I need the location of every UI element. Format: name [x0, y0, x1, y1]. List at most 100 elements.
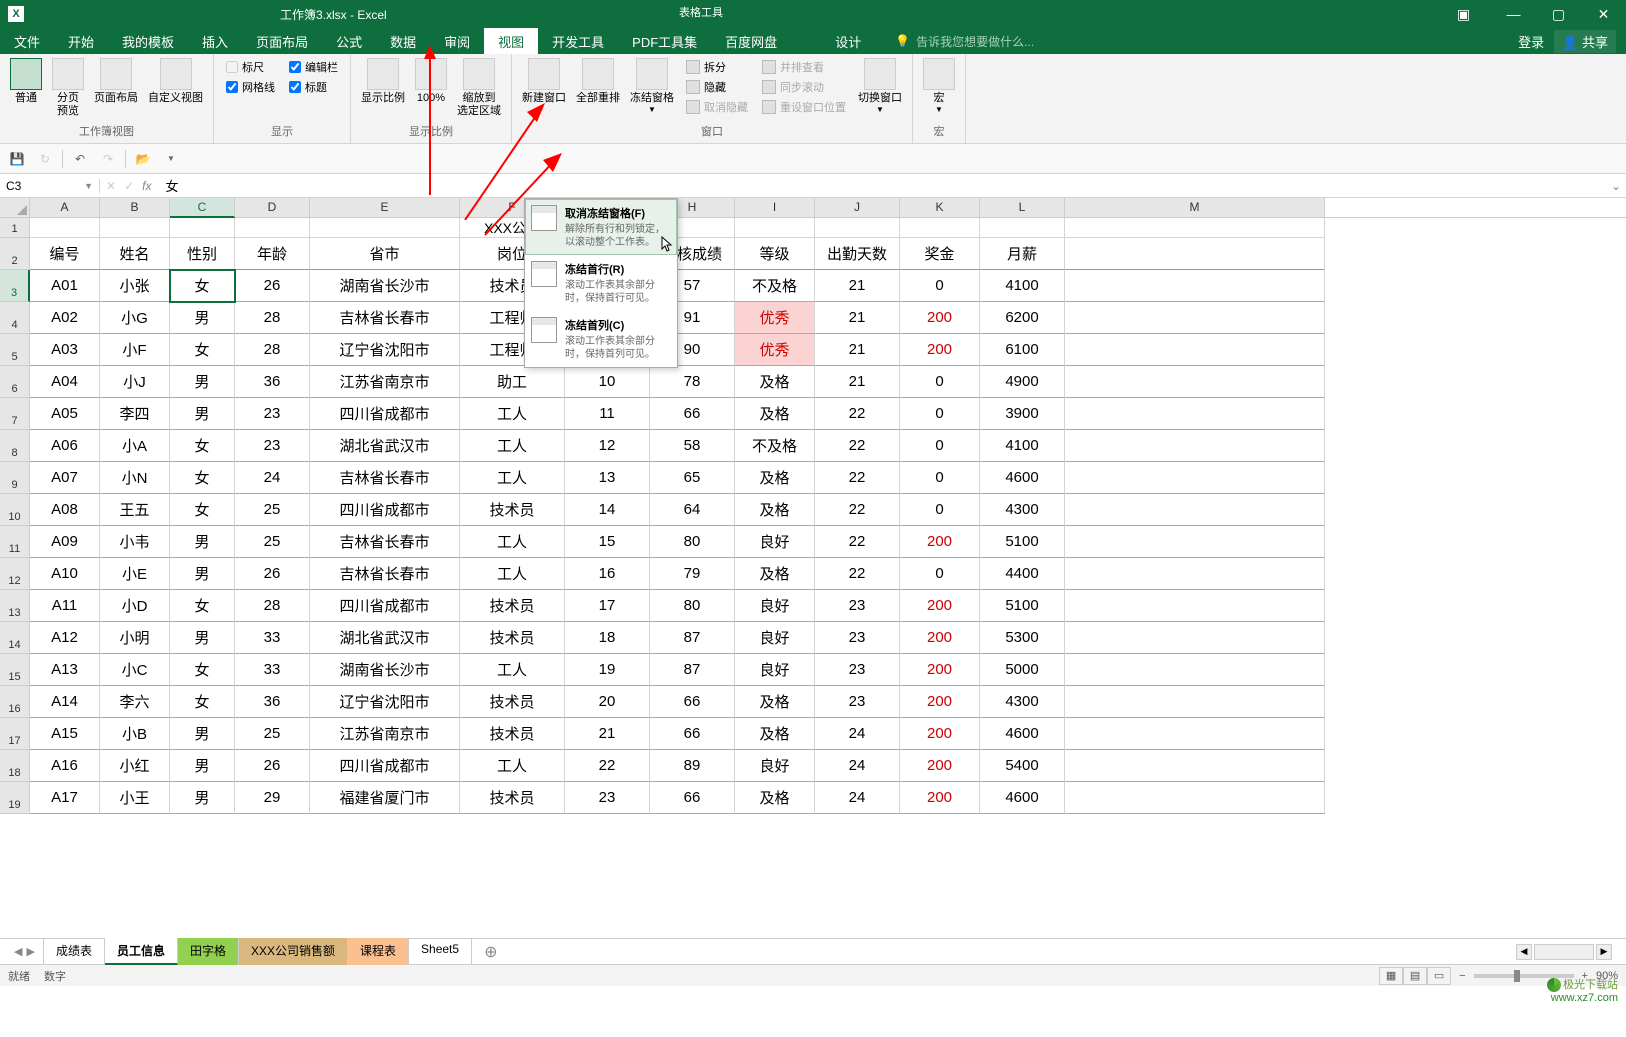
row-header[interactable]: 10	[0, 494, 30, 526]
cell[interactable]: 四川省成都市	[310, 750, 460, 782]
normal-view-button[interactable]: 普通	[6, 56, 46, 107]
ruler-checkbox[interactable]: 标尺	[222, 58, 279, 76]
cell[interactable]: 工人	[460, 462, 565, 494]
cell[interactable]: 24	[815, 782, 900, 814]
cell[interactable]: 小红	[100, 750, 170, 782]
cell[interactable]: 女	[170, 270, 235, 302]
tab-page-layout[interactable]: 页面布局	[242, 28, 322, 54]
cell[interactable]: 技术员	[460, 494, 565, 526]
cell[interactable]: 24	[235, 462, 310, 494]
cell[interactable]	[30, 218, 100, 238]
cell[interactable]: 5300	[980, 622, 1065, 654]
hscroll-track[interactable]	[1534, 944, 1594, 960]
cell[interactable]: 女	[170, 654, 235, 686]
cell[interactable]: 22	[815, 494, 900, 526]
close-button[interactable]: ✕	[1581, 0, 1626, 28]
cell[interactable]: 不及格	[735, 270, 815, 302]
cell[interactable]: 22	[815, 430, 900, 462]
cell[interactable]: 及格	[735, 462, 815, 494]
cell[interactable]	[235, 218, 310, 238]
cell[interactable]: 6100	[980, 334, 1065, 366]
cell[interactable]: 不及格	[735, 430, 815, 462]
new-window-button[interactable]: 新建窗口	[518, 56, 570, 107]
cell[interactable]: 4400	[980, 558, 1065, 590]
cell[interactable]: A06	[30, 430, 100, 462]
zoom-out-button[interactable]: −	[1459, 970, 1465, 982]
page-layout-view-button[interactable]: 页面布局	[90, 56, 142, 107]
col-header-C[interactable]: C	[170, 198, 235, 218]
cell[interactable]: 200	[900, 302, 980, 334]
cell[interactable]	[1065, 218, 1325, 238]
col-header-E[interactable]: E	[310, 198, 460, 217]
cell[interactable]: A09	[30, 526, 100, 558]
row-header[interactable]: 3	[0, 270, 30, 302]
cell[interactable]: A13	[30, 654, 100, 686]
sheet-tab[interactable]: 成绩表	[44, 938, 105, 965]
cell[interactable]: 58	[650, 430, 735, 462]
cell[interactable]: 良好	[735, 654, 815, 686]
cell[interactable]: 22	[815, 462, 900, 494]
cell[interactable]: 及格	[735, 782, 815, 814]
cell[interactable]: 小A	[100, 430, 170, 462]
cell[interactable]: 男	[170, 366, 235, 398]
row-header[interactable]: 1	[0, 218, 30, 238]
qat-undo-button[interactable]: ↶	[69, 148, 91, 170]
cell[interactable]: 22	[565, 750, 650, 782]
sheet-tab[interactable]: 课程表	[348, 938, 409, 965]
cell[interactable]: 优秀	[735, 334, 815, 366]
cell[interactable]: 13	[565, 462, 650, 494]
cell[interactable]: 36	[235, 366, 310, 398]
row-header[interactable]: 8	[0, 430, 30, 462]
row-header[interactable]: 11	[0, 526, 30, 558]
cell[interactable]: 女	[170, 430, 235, 462]
sheet-tab[interactable]: XXX公司销售额	[239, 938, 348, 965]
col-header-J[interactable]: J	[815, 198, 900, 217]
tab-table-design[interactable]: 设计	[821, 28, 875, 54]
tab-my-templates[interactable]: 我的模板	[108, 28, 188, 54]
cell[interactable]: 湖北省武汉市	[310, 622, 460, 654]
qat-customize-dropdown[interactable]: ▼	[160, 148, 182, 170]
cell[interactable]: 四川省成都市	[310, 494, 460, 526]
cell[interactable]: 助工	[460, 366, 565, 398]
insert-function-button[interactable]: fx	[142, 179, 151, 193]
cell[interactable]: 24	[815, 750, 900, 782]
sync-scroll-button[interactable]: 同步滚动	[758, 78, 850, 96]
cell[interactable]: 小J	[100, 366, 170, 398]
cell[interactable]: 5400	[980, 750, 1065, 782]
cell[interactable]: A04	[30, 366, 100, 398]
cell[interactable]: 及格	[735, 398, 815, 430]
tab-pdf-tools[interactable]: PDF工具集	[618, 28, 711, 54]
cell[interactable]: 80	[650, 590, 735, 622]
col-header-L[interactable]: L	[980, 198, 1065, 217]
cell[interactable]: 工人	[460, 750, 565, 782]
cell[interactable]: 小王	[100, 782, 170, 814]
tell-me-search[interactable]: 💡 告诉我您想要做什么...	[895, 28, 1034, 54]
qat-redo-button[interactable]: ↷	[97, 148, 119, 170]
gridlines-checkbox[interactable]: 网格线	[222, 78, 279, 96]
col-header-D[interactable]: D	[235, 198, 310, 217]
cell[interactable]	[1065, 462, 1325, 494]
row-header[interactable]: 5	[0, 334, 30, 366]
cell[interactable]: 等级	[735, 238, 815, 270]
cell[interactable]: 21	[815, 270, 900, 302]
cell[interactable]: 江苏省南京市	[310, 718, 460, 750]
cell[interactable]: 66	[650, 782, 735, 814]
tab-file[interactable]: 文件	[0, 28, 54, 54]
select-all-button[interactable]	[0, 198, 30, 217]
new-sheet-button[interactable]: ⊕	[472, 942, 509, 962]
cell[interactable]: 性别	[170, 238, 235, 270]
cell[interactable]: 王五	[100, 494, 170, 526]
cell[interactable]: 四川省成都市	[310, 590, 460, 622]
cell[interactable]: 28	[235, 590, 310, 622]
cell[interactable]: 及格	[735, 558, 815, 590]
cell[interactable]: 23	[565, 782, 650, 814]
cell[interactable]: 3900	[980, 398, 1065, 430]
spreadsheet-grid[interactable]: ABCDEFGHIJKLM 1XXX公司2编号姓名性别年龄省市岗位工号考核成绩等…	[0, 198, 1626, 938]
cell[interactable]: 出勤天数	[815, 238, 900, 270]
cell[interactable]: 78	[650, 366, 735, 398]
cell[interactable]: 23	[815, 654, 900, 686]
cell[interactable]: 及格	[735, 718, 815, 750]
cell[interactable]: 0	[900, 398, 980, 430]
unhide-button[interactable]: 取消隐藏	[682, 98, 752, 116]
cell[interactable]: 200	[900, 782, 980, 814]
